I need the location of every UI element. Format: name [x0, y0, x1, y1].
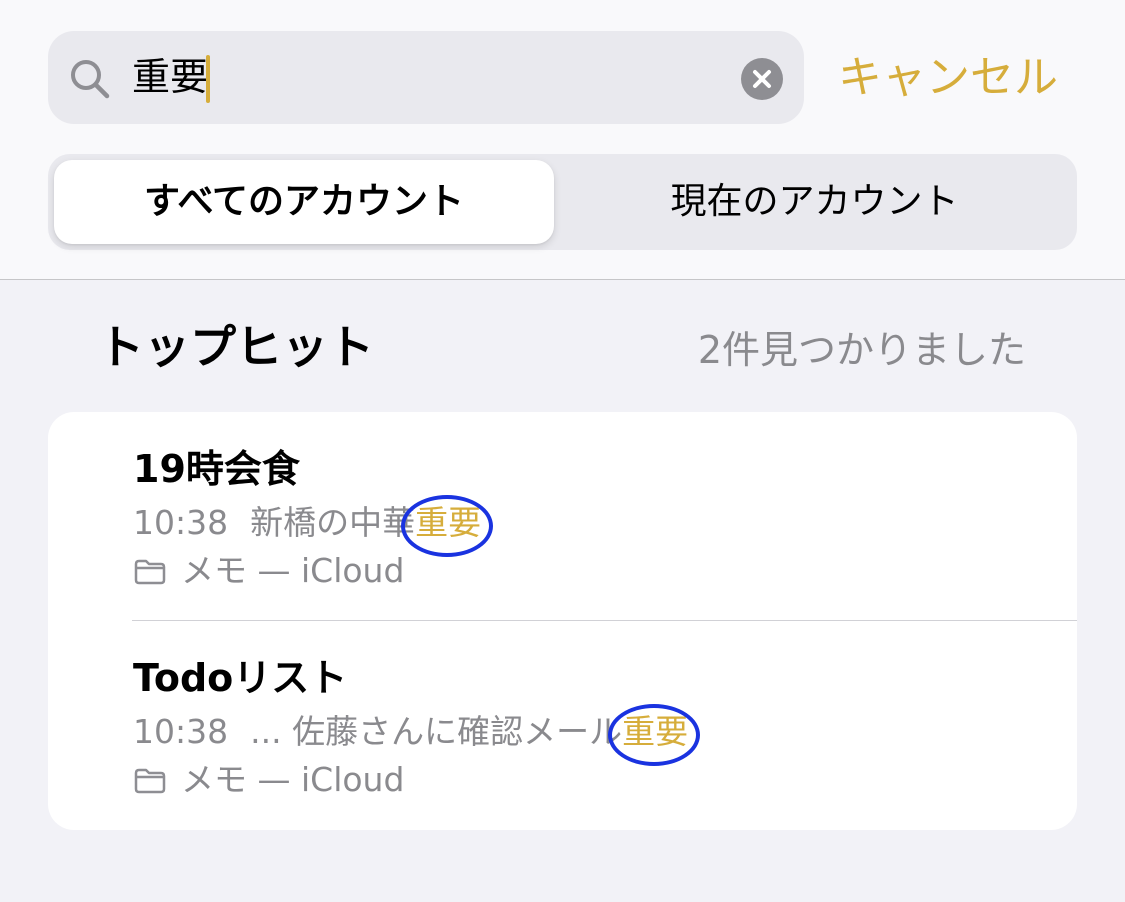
list-item[interactable]: Todoリスト 10:38 ... 佐藤さんに確認メール 重要 メモ — iClou…: [48, 621, 1077, 830]
note-time: 10:38: [133, 712, 229, 751]
segment-current-account[interactable]: 現在のアカウント: [558, 160, 1071, 244]
search-icon: [68, 57, 112, 101]
folder-icon: [133, 552, 167, 598]
text-cursor: [206, 55, 210, 103]
cancel-button[interactable]: キャンセル: [838, 31, 1078, 124]
note-title: 19時会食: [133, 447, 300, 491]
results-list: 19時会食 10:38 新橋の中華 重要 メモ — iCloud Todoリスト 1…: [48, 412, 1077, 830]
annotation-circle: [608, 704, 701, 766]
search-bar[interactable]: 重要: [48, 31, 804, 124]
segment-all-accounts[interactable]: すべてのアカウント: [54, 160, 554, 244]
note-title: Todoリスト: [133, 656, 348, 700]
annotation-circle: [401, 495, 494, 557]
note-time: 10:38: [133, 503, 229, 542]
search-input[interactable]: 重要: [132, 31, 208, 124]
match-highlight: 重要: [401, 495, 494, 557]
note-folder: メモ — iCloud: [133, 757, 404, 807]
folder-label: メモ — iCloud: [181, 551, 405, 590]
match-highlight: 重要: [608, 704, 701, 766]
search-header: 重要 キャンセル すべてのアカウント 現在のアカウント: [0, 0, 1125, 280]
close-icon: [753, 70, 771, 88]
section-title: トップヒット: [98, 320, 374, 374]
note-preview: 10:38 ... 佐藤さんに確認メール 重要: [133, 704, 701, 766]
folder-icon: [133, 761, 167, 807]
folder-label: メモ — iCloud: [181, 760, 405, 799]
note-folder: メモ — iCloud: [133, 548, 404, 598]
clear-search-button[interactable]: [741, 58, 783, 100]
result-count: 2件見つかりました: [697, 328, 1026, 372]
note-snippet: 新橋の中華: [250, 503, 416, 542]
account-scope-segmented-control: すべてのアカウント 現在のアカウント: [48, 154, 1077, 250]
note-preview: 10:38 新橋の中華 重要: [133, 495, 494, 557]
list-item[interactable]: 19時会食 10:38 新橋の中華 重要 メモ — iCloud: [48, 412, 1077, 621]
note-snippet: ... 佐藤さんに確認メール: [250, 712, 623, 751]
